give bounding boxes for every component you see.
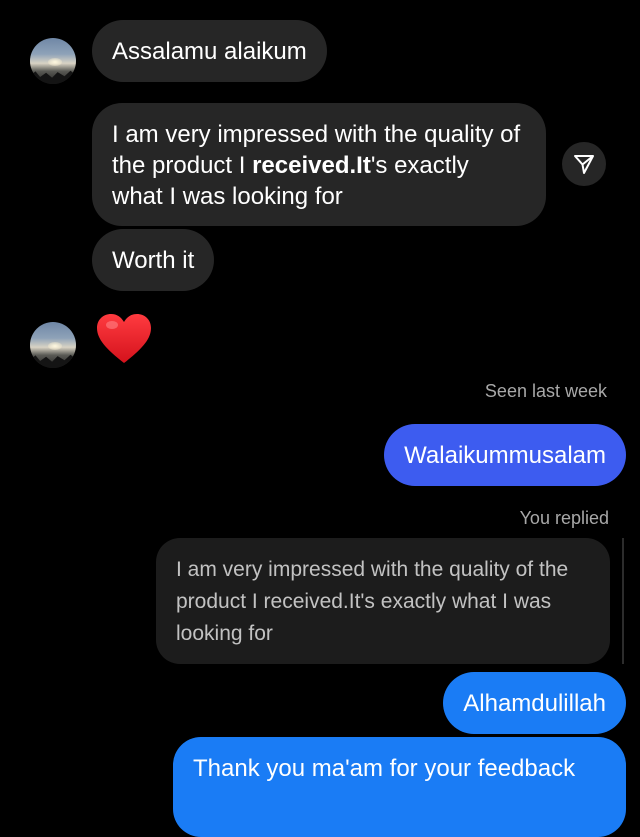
reply-indicator-bar (622, 538, 624, 664)
heart-message[interactable] (96, 313, 152, 370)
avatar-sun (48, 342, 62, 350)
message-feedback[interactable]: I am very impressed with the quality of … (92, 103, 546, 226)
message-feedback-text: I am very impressed with the quality of … (112, 121, 521, 210)
message-walaikum-text: Walaikummusalam (404, 442, 606, 469)
avatar-sun (48, 58, 62, 66)
paper-plane-icon (574, 155, 594, 174)
quoted-message[interactable]: I am very impressed with the quality of … (156, 538, 610, 664)
message-greeting-text: Assalamu alaikum (112, 38, 307, 65)
contact-avatar[interactable] (30, 322, 76, 368)
share-button[interactable] (562, 142, 606, 186)
message-walaikum[interactable]: Walaikummusalam (384, 424, 626, 486)
avatar-trees (30, 354, 76, 368)
message-alhamdulillah[interactable]: Alhamdulillah (443, 672, 626, 734)
message-worth-it-text: Worth it (112, 247, 195, 274)
message-thank-you[interactable]: Thank you ma'am for your feedback (173, 737, 626, 837)
contact-avatar[interactable] (30, 38, 76, 84)
seen-status: Seen last week (484, 381, 607, 401)
message-alhamdulillah-text: Alhamdulillah (463, 690, 606, 717)
message-worth-it[interactable]: Worth it (92, 229, 215, 291)
message-greeting[interactable]: Assalamu alaikum (92, 20, 327, 82)
message-thank-you-text: Thank you ma'am for your feedback (193, 755, 576, 782)
avatar-trees (30, 70, 76, 84)
replied-label: You replied (519, 508, 609, 528)
heart-icon (97, 314, 151, 363)
quoted-message-text: I am very impressed with the quality of … (176, 558, 569, 645)
